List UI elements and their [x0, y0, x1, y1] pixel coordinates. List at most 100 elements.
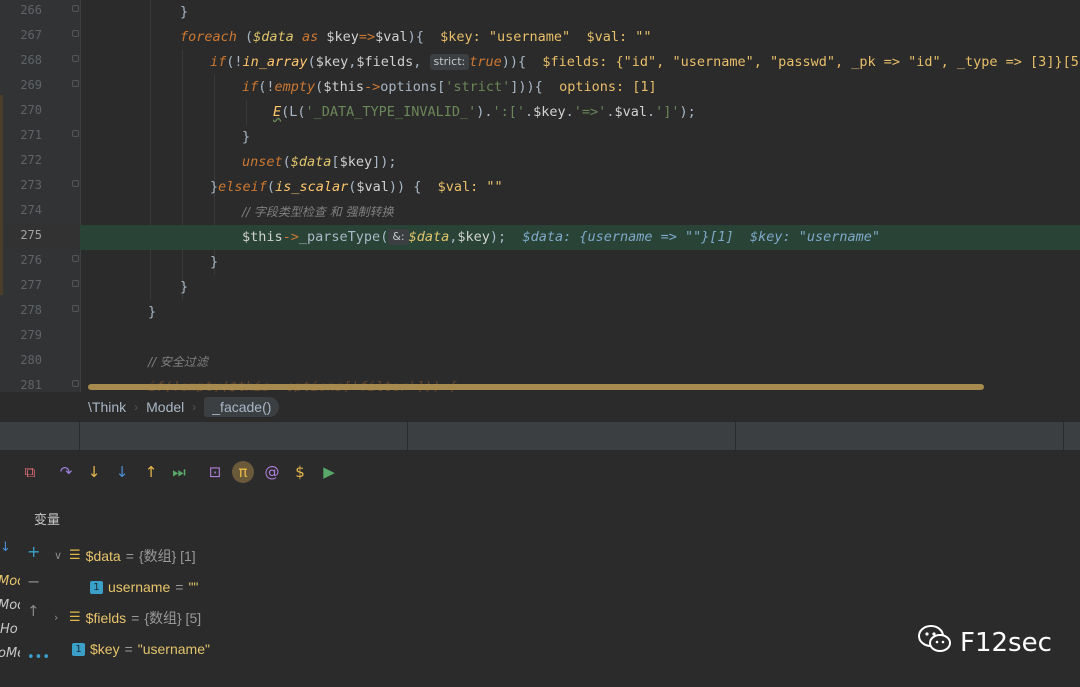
code-var: $data: [290, 154, 332, 170]
code-keyword: if: [210, 54, 227, 70]
line-number: 276: [20, 253, 42, 267]
code-line-272[interactable]: unset($data[$key]);: [80, 150, 1080, 175]
debug-tabs-bar: [0, 422, 1080, 450]
minus-icon[interactable]: −: [27, 572, 40, 591]
code-text: }: [210, 179, 219, 195]
code-text: ,: [413, 54, 430, 70]
param-hint: &:: [388, 229, 409, 245]
breadcrumb-item[interactable]: \Think: [88, 399, 126, 415]
code-var: $this: [323, 79, 364, 95]
fold-marker-icon[interactable]: [72, 305, 79, 312]
force-step-into-icon[interactable]: ↓: [111, 461, 133, 483]
chevron-right-icon[interactable]: ›: [54, 606, 64, 630]
step-over-icon[interactable]: ↷: [55, 461, 77, 483]
inline-debug-value: $fields: {"id", "username", "passwd", _p…: [526, 54, 1080, 70]
code-keyword: as: [293, 29, 327, 45]
code-line-279[interactable]: [80, 325, 1080, 350]
fold-marker-icon[interactable]: [72, 380, 79, 387]
line-gutter[interactable]: 266 267 268 269 270 271 272 273 274 275 …: [0, 0, 81, 392]
code-editor[interactable]: 266 267 268 269 270 271 272 273 274 275 …: [0, 0, 1080, 392]
variable-row[interactable]: 1 username = "": [90, 575, 198, 599]
variable-row[interactable]: 1 $key = "username": [72, 637, 210, 661]
breadcrumb-item-current[interactable]: _facade(): [204, 397, 280, 417]
tab-segment[interactable]: [0, 422, 80, 450]
code-function: empty: [274, 79, 316, 95]
code-text: [: [331, 154, 340, 170]
horizontal-scrollbar[interactable]: [88, 384, 984, 390]
code-keyword: unset: [242, 154, 283, 170]
evaluate-expression-icon[interactable]: ⊡: [204, 461, 226, 483]
chevron-down-icon[interactable]: ∨: [54, 544, 64, 568]
frames-strip[interactable]: ↓ Moo Moo Ho oMe: [0, 540, 20, 687]
resume-icon[interactable]: ▶: [318, 461, 340, 483]
variable-row[interactable]: › ☰ $fields = {数组} [5]: [54, 606, 201, 630]
param-hint: strict:: [429, 54, 470, 70]
at-icon[interactable]: @: [261, 461, 283, 483]
code-text: (: [282, 154, 291, 170]
run-to-cursor-icon[interactable]: ⏭: [168, 461, 190, 483]
plus-icon[interactable]: +: [27, 542, 40, 561]
code-line-278[interactable]: }: [80, 300, 1080, 325]
code-text: (L(: [281, 104, 306, 120]
code-line-271[interactable]: }: [80, 125, 1080, 150]
fold-marker-icon[interactable]: [72, 280, 79, 287]
code-var: $key: [533, 104, 566, 120]
fold-marker-icon[interactable]: [72, 255, 79, 262]
frames-icon[interactable]: ⧉: [19, 461, 41, 483]
code-op: =>: [358, 29, 376, 45]
code-line-266[interactable]: }: [80, 0, 1080, 25]
code-line-277[interactable]: }: [80, 275, 1080, 300]
fold-marker-icon[interactable]: [72, 80, 79, 87]
code-string: ']': [655, 104, 680, 120]
code-text: );: [679, 104, 696, 120]
step-out-icon[interactable]: ↑: [140, 461, 162, 483]
code-line-270[interactable]: E(L('_DATA_TYPE_INVALID_').':['.$key.'=>…: [80, 100, 1080, 125]
line-number: 281: [20, 378, 42, 392]
code-keyword: true: [469, 54, 502, 70]
dollar-icon[interactable]: $: [289, 461, 311, 483]
fold-marker-icon[interactable]: [72, 180, 79, 187]
code-line-267[interactable]: foreach ($data as $key=>$val){ $key: "us…: [80, 25, 1080, 50]
frame-item[interactable]: Ho: [0, 622, 20, 637]
fold-marker-icon[interactable]: [72, 30, 79, 37]
code-line-275-current[interactable]: $this->_parseType(&: $data,$key); $data: …: [80, 225, 1080, 250]
code-line-269[interactable]: if(!empty($this->options['strict'])){ op…: [80, 75, 1080, 100]
code-line-276[interactable]: }: [80, 250, 1080, 275]
line-number: 271: [20, 128, 42, 142]
tab-segment[interactable]: [408, 422, 736, 450]
breadcrumb-item[interactable]: Model: [146, 399, 184, 415]
code-line-274[interactable]: // 字段类型检查 和 强制转换: [80, 200, 1080, 225]
fold-marker-icon[interactable]: [72, 130, 79, 137]
code-line-273[interactable]: }elseif(is_scalar($val)) { $val: "": [80, 175, 1080, 200]
variable-eq: =: [131, 610, 140, 626]
code-text: );: [489, 229, 507, 245]
code-var: $fields: [356, 54, 414, 70]
code-text: .: [565, 104, 574, 120]
variable-type: {数组} [5]: [144, 610, 202, 626]
code-text: ){: [407, 29, 424, 45]
arrow-up-icon[interactable]: ↑: [27, 602, 40, 620]
tab-segment[interactable]: [736, 422, 1064, 450]
frame-item[interactable]: Moo: [0, 598, 20, 613]
array-icon: ☰: [69, 548, 81, 563]
step-into-icon[interactable]: ↓: [83, 461, 105, 483]
code-var: $this: [242, 229, 283, 245]
pi-icon[interactable]: π: [232, 461, 254, 483]
more-icon[interactable]: •••: [27, 650, 50, 665]
chevron-right-icon: ›: [134, 400, 139, 414]
variable-row[interactable]: ∨ ☰ $data = {数组} [1]: [54, 544, 196, 568]
code-line-268[interactable]: if(!in_array($key,$fields, strict: true))…: [80, 50, 1080, 75]
fold-marker-icon[interactable]: [72, 55, 79, 62]
frame-item[interactable]: oMe: [0, 646, 20, 661]
code-keyword: foreach: [180, 29, 237, 45]
code-text: (!: [258, 79, 275, 95]
code-line-280[interactable]: // 安全过滤: [80, 350, 1080, 375]
code-text: (!: [226, 54, 243, 70]
fold-marker-icon[interactable]: [72, 5, 79, 12]
field-icon: 1: [72, 642, 85, 656]
frame-item[interactable]: Moo: [0, 574, 20, 589]
arrow-down-icon[interactable]: ↓: [0, 540, 20, 555]
variables-title: 变量: [34, 513, 61, 528]
line-number: 277: [20, 278, 42, 292]
tab-segment[interactable]: [80, 422, 408, 450]
